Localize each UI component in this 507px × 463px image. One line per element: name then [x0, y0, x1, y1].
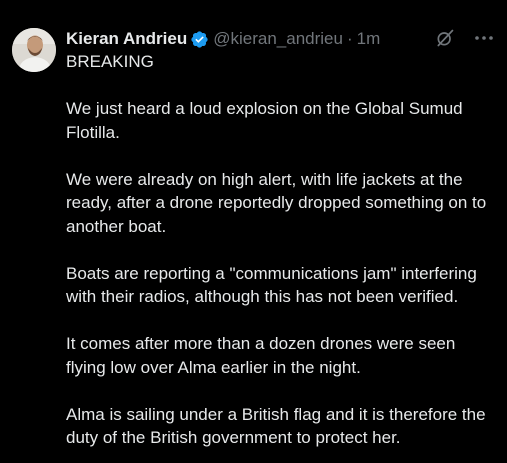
- tweet-paragraph: It comes after more than a dozen drones …: [66, 334, 456, 377]
- tweet-text: BREAKING We just heard a loud explosion …: [66, 50, 498, 450]
- tweet-paragraph: We just heard a loud explosion on the Gl…: [66, 99, 463, 142]
- tweet-paragraph-breaking: BREAKING: [66, 52, 154, 71]
- timestamp[interactable]: 1m: [357, 29, 381, 49]
- author-handle[interactable]: @kieran_andrieu: [213, 29, 343, 49]
- verified-badge-icon: [190, 30, 209, 49]
- avatar-image: [12, 28, 56, 72]
- tweet-paragraph: Alma is sailing under a British flag and…: [66, 404, 486, 448]
- avatar[interactable]: [12, 28, 56, 72]
- tweet-paragraph: Boats are reporting a "communications ja…: [66, 263, 477, 307]
- tweet-paragraph: We were already on high alert, with life…: [66, 169, 487, 236]
- header-separator: ·: [346, 29, 353, 48]
- author-name[interactable]: Kieran Andrieu: [66, 29, 187, 49]
- more-icon[interactable]: [473, 28, 495, 48]
- tweet[interactable]: Kieran Andrieu @kieran_andrieu · 1m BREA…: [0, 0, 507, 463]
- tweet-header: Kieran Andrieu @kieran_andrieu · 1m: [66, 28, 495, 50]
- grok-icon[interactable]: [435, 28, 455, 48]
